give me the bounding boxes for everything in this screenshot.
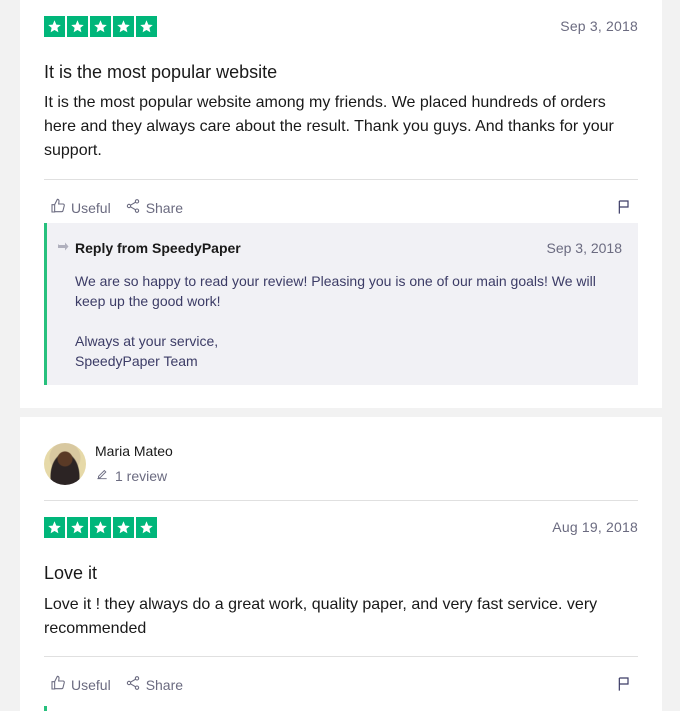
divider (44, 656, 638, 657)
star-rating (44, 517, 157, 538)
star-icon (67, 16, 88, 37)
flag-icon[interactable] (616, 199, 632, 215)
share-label: Share (145, 199, 184, 216)
share-button[interactable]: Share (125, 198, 183, 217)
reply-line: We are so happy to read your review! Ple… (75, 273, 596, 309)
flag-icon[interactable] (616, 676, 632, 692)
star-icon (44, 517, 65, 538)
reply-line: Always at your service, (75, 333, 219, 349)
reply-line: SpeedyPaper Team (75, 353, 198, 369)
review-date: Sep 3, 2018 (560, 18, 638, 34)
company-reply: Reply from SpeedyPaper Sep 3, 2018 We ar… (44, 223, 638, 385)
reviewer-name[interactable]: Maria Mateo (95, 443, 173, 459)
review-title[interactable]: Love it (44, 563, 97, 584)
share-icon (125, 675, 141, 694)
review-title[interactable]: It is the most popular website (44, 62, 277, 83)
pencil-icon (95, 467, 109, 484)
review-actions: Useful Share (50, 675, 183, 694)
star-icon (136, 517, 157, 538)
useful-button[interactable]: Useful (50, 198, 111, 217)
divider (44, 179, 638, 180)
star-rating (44, 16, 157, 37)
star-icon (67, 517, 88, 538)
star-icon (90, 517, 111, 538)
star-icon (136, 16, 157, 37)
review-date: Aug 19, 2018 (552, 519, 638, 535)
review-count-label: 1 review (115, 467, 168, 484)
share-icon (125, 198, 141, 217)
star-icon (90, 16, 111, 37)
review-count: 1 review (95, 467, 167, 484)
avatar[interactable] (44, 443, 86, 485)
review-body: Love it ! they always do a great work, q… (44, 596, 598, 637)
share-button[interactable]: Share (125, 675, 183, 694)
company-reply (44, 706, 47, 711)
review-card: Sep 3, 2018 It is the most popular websi… (20, 0, 662, 408)
reply-date: Sep 3, 2018 (546, 240, 622, 256)
useful-label: Useful (71, 676, 111, 693)
reply-text: We are so happy to read your review! Ple… (75, 271, 625, 371)
star-icon (113, 517, 134, 538)
reply-header: Reply from SpeedyPaper (57, 240, 241, 256)
useful-label: Useful (71, 199, 111, 216)
review-body: It is the most popular website among my … (44, 94, 614, 159)
share-label: Share (145, 676, 184, 693)
star-icon (113, 16, 134, 37)
thumbs-up-icon (50, 198, 66, 217)
useful-button[interactable]: Useful (50, 675, 111, 694)
reply-title: Reply from SpeedyPaper (75, 240, 241, 256)
review-actions: Useful Share (50, 198, 183, 217)
reply-arrow-icon (57, 240, 69, 256)
divider (44, 500, 638, 501)
thumbs-up-icon (50, 675, 66, 694)
star-icon (44, 16, 65, 37)
review-card: Maria Mateo 1 review Aug 19, 2018 Love i… (20, 417, 662, 711)
